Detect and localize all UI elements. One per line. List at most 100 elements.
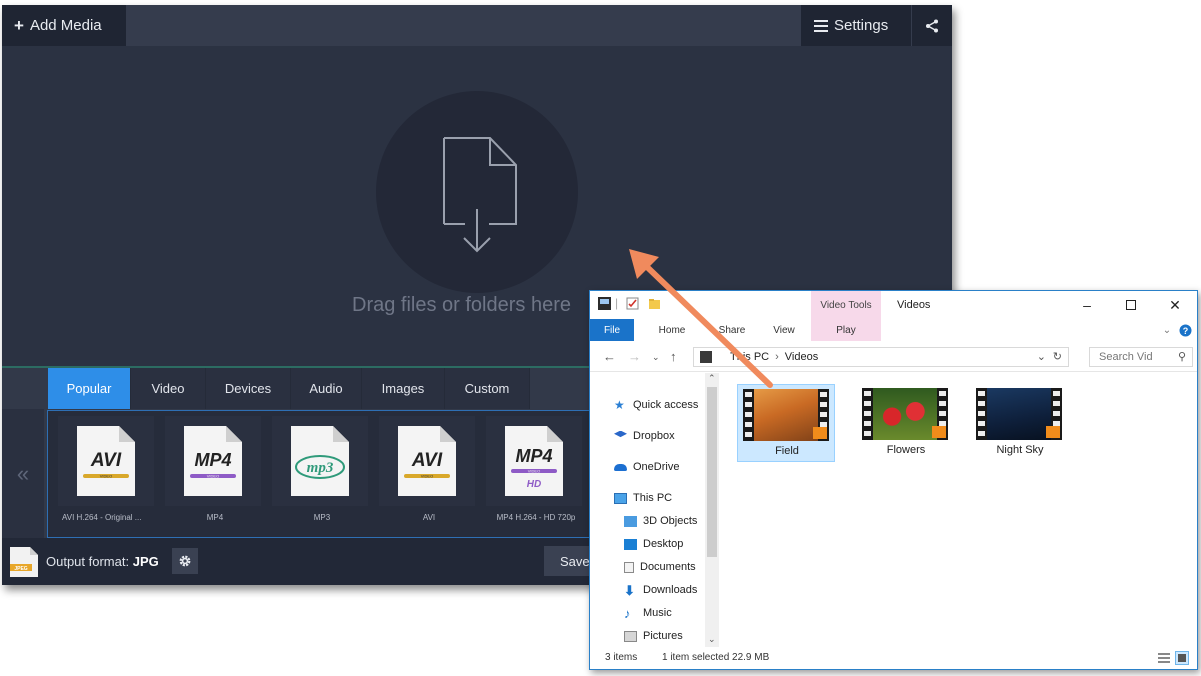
preset-caption: AVI H.264 - Original ... [62, 513, 142, 522]
tab-video[interactable]: Video [131, 368, 206, 409]
scroll-down-icon[interactable]: ⌄ [708, 634, 716, 645]
window-icon [598, 297, 611, 310]
preset-mp4-hd[interactable]: MP4 VIDEO HD MP4 H.264 - HD 720p [486, 416, 582, 534]
document-icon [624, 561, 634, 573]
drop-circle [376, 91, 578, 293]
preset-caption: MP3 [313, 513, 331, 522]
refresh-icon[interactable]: ↻ [1053, 350, 1062, 363]
window-title: Videos [897, 299, 931, 311]
video-tools-label: Video Tools [820, 300, 872, 311]
file-item-night-sky[interactable]: Night Sky [971, 384, 1069, 462]
drag-arrow [629, 249, 773, 388]
add-media-label: Add Media [29, 17, 102, 34]
tab-custom[interactable]: Custom [445, 368, 530, 409]
filmstrip-icon [862, 388, 873, 440]
output-format-label: Output format: [46, 554, 130, 569]
output-format[interactable]: Output format: JPG [46, 554, 159, 569]
ribbon-tab-play[interactable]: Play [811, 319, 881, 341]
nav-music[interactable]: ♪ Music [624, 603, 672, 623]
preset-tile[interactable]: AVI VIDEO [58, 416, 154, 506]
search-placeholder: Search Vid [1099, 351, 1153, 363]
close-button[interactable]: ✕ [1153, 293, 1197, 317]
file-name: Flowers [886, 444, 926, 456]
mp4-hd-file-icon: MP4 VIDEO HD [505, 426, 563, 496]
status-selection: 1 item selected 22.9 MB [662, 652, 770, 663]
file-name: Field [775, 445, 799, 457]
maximize-button[interactable] [1109, 293, 1153, 317]
preset-badge: AVI [90, 450, 122, 471]
nav-3d-objects[interactable]: 3D Objects [624, 511, 697, 531]
preset-caption: AVI [422, 513, 436, 522]
preset-tile[interactable]: AVI VIDEO [379, 416, 475, 506]
status-item-count: 3 items [605, 652, 638, 663]
gear-icon [179, 555, 191, 567]
mp4-file-icon: MP4 VIDEO [184, 426, 242, 496]
preset-mp3[interactable]: mp3 MP3 [272, 416, 368, 534]
output-settings-button[interactable] [172, 548, 198, 574]
desktop-icon [624, 538, 637, 550]
filmstrip-icon [976, 388, 987, 440]
settings-label: Settings [834, 17, 889, 34]
video-thumbnail [976, 388, 1062, 440]
file-item-flowers[interactable]: Flowers [857, 384, 955, 462]
search-input[interactable]: Search Vid ⚲ [1089, 347, 1193, 367]
download-icon: ⬇ [624, 582, 635, 598]
nav-downloads[interactable]: ⬇ Downloads [624, 580, 697, 600]
tab-devices[interactable]: Devices [206, 368, 291, 409]
computer-icon [614, 492, 627, 504]
navigation-pane: ★ Quick access Dropbox OneDrive This PC 3… [590, 373, 705, 647]
cloud-icon [614, 463, 627, 471]
output-format-value: JPG [132, 554, 159, 569]
settings-button[interactable]: Settings [801, 5, 911, 46]
menu-icon [814, 19, 828, 32]
nav-pictures[interactable]: Pictures [624, 626, 683, 646]
jpg-icon-text: JPEG [14, 566, 27, 572]
plus-icon: + [14, 15, 24, 35]
nav-onedrive[interactable]: OneDrive [614, 457, 679, 477]
nav-desktop[interactable]: Desktop [624, 534, 683, 554]
ribbon-collapse-icon[interactable]: ⌄ [1160, 319, 1174, 341]
help-icon: ? [1179, 324, 1191, 336]
preset-sub: VIDEO [421, 474, 433, 479]
nav-this-pc[interactable]: This PC [614, 488, 672, 508]
help-button[interactable]: ? [1178, 319, 1192, 341]
preset-sub: VIDEO [100, 474, 112, 479]
nav-dropbox[interactable]: Dropbox [614, 426, 675, 446]
vlc-icon [932, 426, 946, 438]
preset-mp4[interactable]: MP4 VIDEO MP4 [165, 416, 261, 534]
pictures-icon [624, 630, 637, 642]
preset-avi[interactable]: AVI VIDEO AVI [379, 416, 475, 534]
address-dropdown-icon[interactable]: ⌄ [1037, 350, 1046, 363]
preset-avi-original[interactable]: AVI VIDEO AVI H.264 - Original ... [58, 416, 154, 534]
dropbox-icon [614, 430, 627, 438]
add-media-button[interactable]: + Add Media [2, 5, 126, 46]
scroll-left-button[interactable]: « [2, 409, 44, 538]
large-icons-view-icon[interactable] [1175, 651, 1189, 665]
preset-tile[interactable]: MP4 VIDEO HD [486, 416, 582, 506]
avi-file-icon: AVI VIDEO [398, 426, 456, 496]
tab-popular[interactable]: Popular [48, 368, 131, 409]
close-icon: ✕ [1169, 296, 1181, 313]
preset-tile[interactable]: mp3 [272, 416, 368, 506]
tab-audio[interactable]: Audio [291, 368, 362, 409]
nav-scrollbar[interactable]: ⌃ ⌄ [705, 373, 719, 647]
preset-tile[interactable]: MP4 VIDEO [165, 416, 261, 506]
vlc-icon [1046, 426, 1060, 438]
cube-icon [624, 515, 637, 527]
share-button[interactable] [912, 5, 952, 46]
video-thumbnail [862, 388, 948, 440]
scrollbar-thumb[interactable] [707, 387, 717, 557]
details-view-icon[interactable] [1157, 651, 1171, 665]
tab-images[interactable]: Images [362, 368, 445, 409]
mp3-file-icon: mp3 [291, 426, 349, 496]
vlc-icon [813, 427, 827, 439]
music-icon: ♪ [624, 605, 631, 621]
preset-badge: MP4 [515, 446, 552, 466]
nav-documents[interactable]: Documents [624, 557, 696, 577]
preset-badge: MP4 [194, 450, 231, 470]
share-icon [926, 19, 938, 32]
drop-hint: Drag files or folders here [352, 294, 571, 316]
minimize-button[interactable]: – [1065, 293, 1109, 317]
preset-caption: MP4 H.264 - HD 720p [496, 513, 576, 522]
preset-sub: VIDEO [207, 474, 219, 479]
